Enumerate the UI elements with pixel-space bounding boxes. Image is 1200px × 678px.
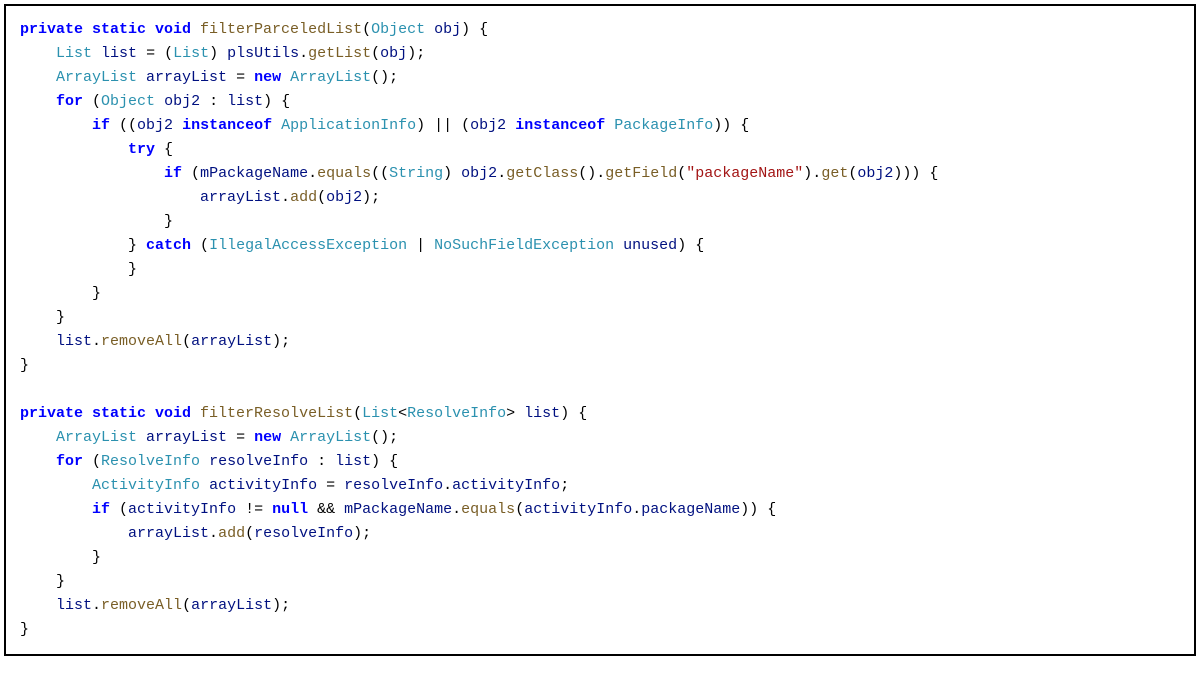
- code-line: }: [20, 573, 65, 590]
- code-line: try {: [20, 141, 173, 158]
- code-line: list.removeAll(arrayList);: [20, 333, 290, 350]
- code-line: [20, 381, 29, 398]
- code-line: private static void filterResolveList(Li…: [20, 405, 587, 422]
- code-line: List list = (List) plsUtils.getList(obj)…: [20, 45, 425, 62]
- code-line: }: [20, 261, 137, 278]
- code-line: }: [20, 621, 29, 638]
- code-line: arrayList.add(resolveInfo);: [20, 525, 371, 542]
- code-line: private static void filterParceledList(O…: [20, 21, 488, 38]
- code-line: if (mPackageName.equals((String) obj2.ge…: [20, 165, 938, 182]
- code-line: }: [20, 549, 101, 566]
- code-line: list.removeAll(arrayList);: [20, 597, 290, 614]
- code-block: private static void filterParceledList(O…: [4, 4, 1196, 656]
- code-line: }: [20, 285, 101, 302]
- code-line: arrayList.add(obj2);: [20, 189, 380, 206]
- code-line: if (activityInfo != null && mPackageName…: [20, 501, 776, 518]
- code-line: ArrayList arrayList = new ArrayList();: [20, 69, 398, 86]
- code-line: }: [20, 309, 65, 326]
- code-line: for (Object obj2 : list) {: [20, 93, 290, 110]
- code-line: } catch (IllegalAccessException | NoSuch…: [20, 237, 704, 254]
- code-line: for (ResolveInfo resolveInfo : list) {: [20, 453, 398, 470]
- code-line: ActivityInfo activityInfo = resolveInfo.…: [20, 477, 569, 494]
- code-line: }: [20, 357, 29, 374]
- code-line: }: [20, 213, 173, 230]
- code-line: if ((obj2 instanceof ApplicationInfo) ||…: [20, 117, 749, 134]
- code-line: ArrayList arrayList = new ArrayList();: [20, 429, 398, 446]
